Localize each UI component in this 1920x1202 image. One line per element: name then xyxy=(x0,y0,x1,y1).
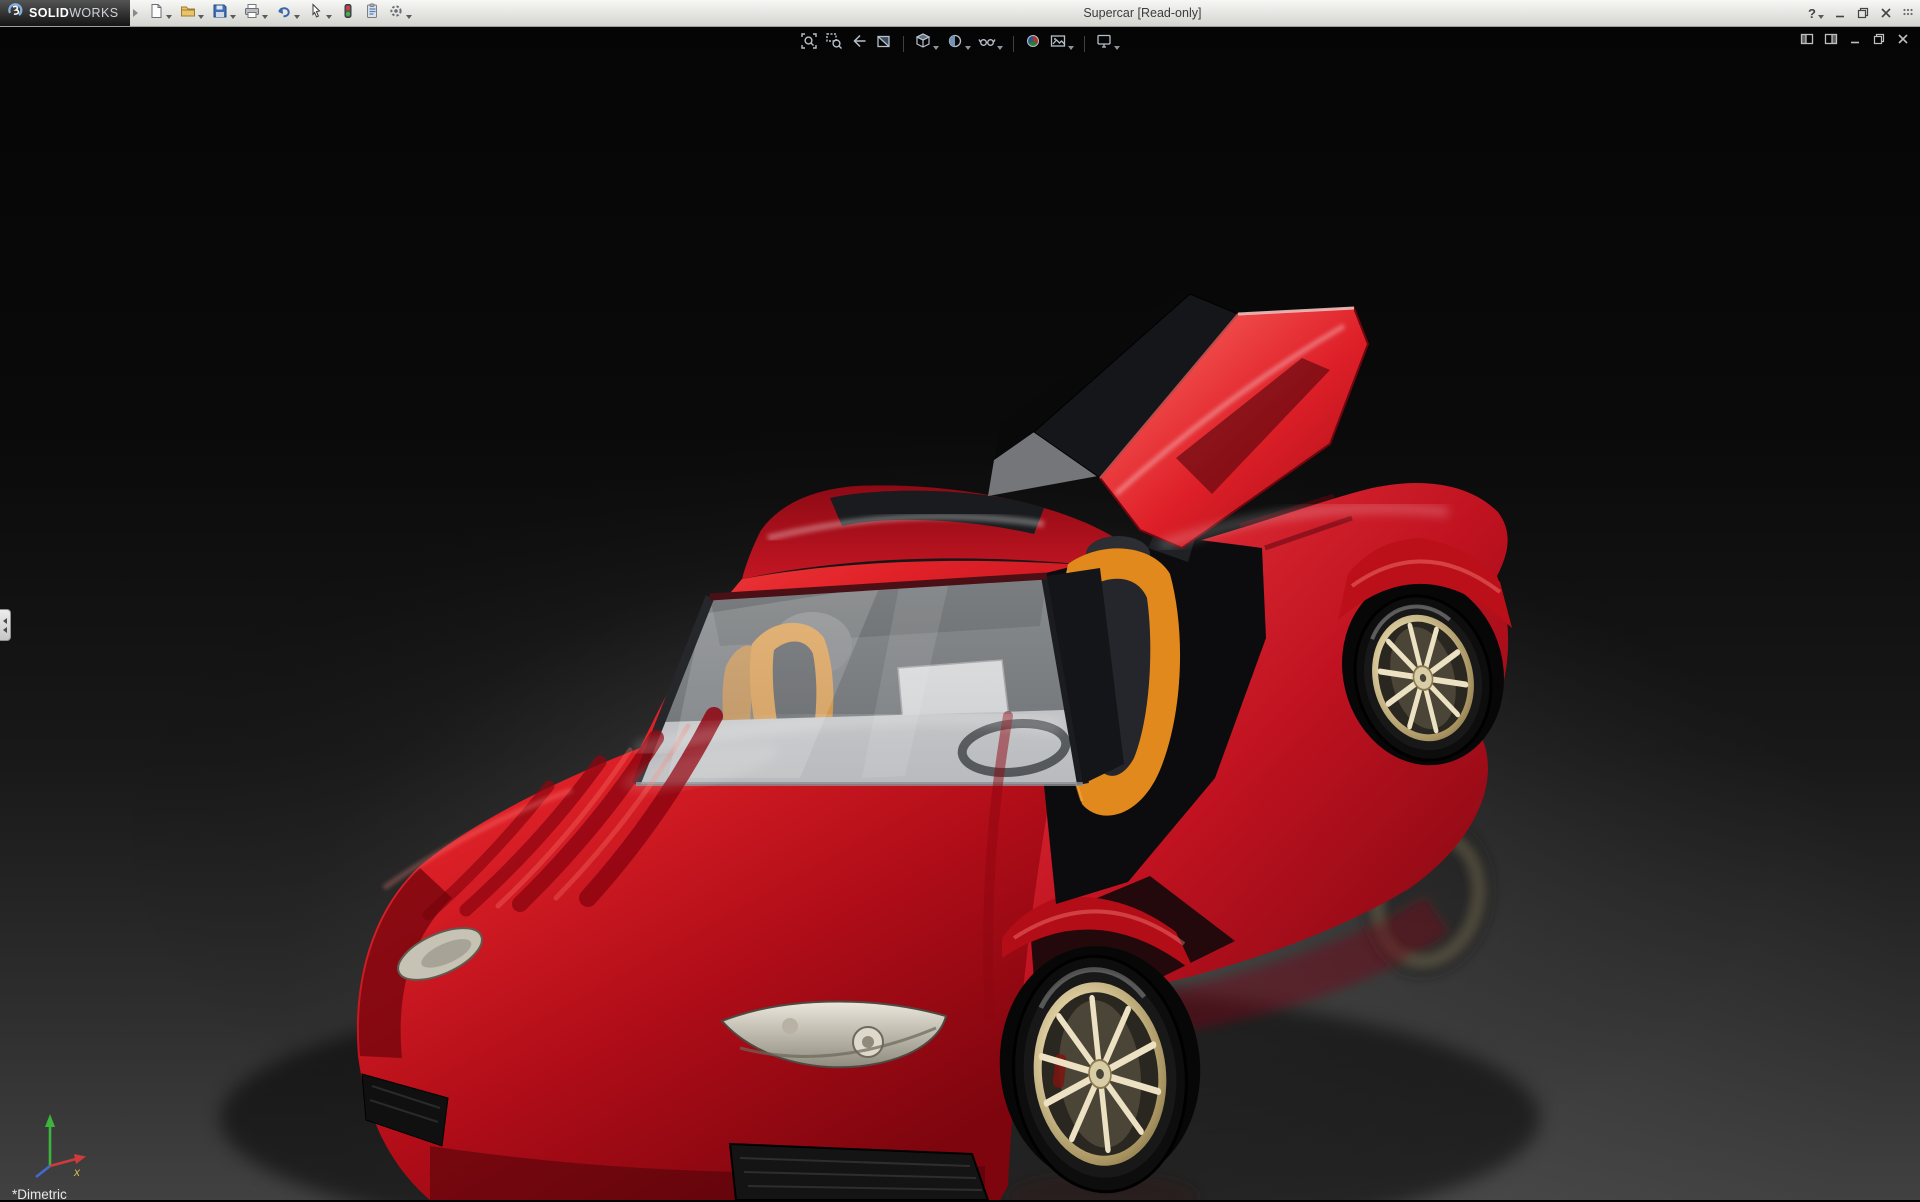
select-cursor-icon xyxy=(308,3,324,24)
file-properties-button[interactable] xyxy=(360,1,384,26)
new-document-icon xyxy=(148,3,164,24)
view-settings-button[interactable] xyxy=(1093,31,1122,56)
logo-text-bold: SOLID xyxy=(29,6,69,20)
chevron-left-icon xyxy=(3,618,7,624)
hide-show-items-glasses-icon xyxy=(978,32,996,55)
rebuild-button[interactable] xyxy=(336,1,360,26)
section-view-icon xyxy=(875,32,893,55)
logo-text-light: WORKS xyxy=(69,6,118,20)
close-button[interactable] xyxy=(1879,6,1893,20)
display-style-icon xyxy=(946,32,964,55)
new-document-button[interactable] xyxy=(144,1,176,26)
open-folder-button[interactable] xyxy=(176,1,208,26)
view-orientation-button[interactable] xyxy=(912,31,941,56)
print-button[interactable] xyxy=(240,1,272,26)
chevron-down-icon xyxy=(933,46,939,50)
heads-up-view-toolbar xyxy=(798,31,1122,56)
previous-view-icon xyxy=(850,32,868,55)
model-viewport-canvas[interactable] xyxy=(0,26,1920,1200)
chevron-down-icon xyxy=(294,15,300,19)
toolbar-expand-arrow[interactable] xyxy=(133,9,138,17)
front-grille xyxy=(730,1144,988,1200)
close-document-button[interactable] xyxy=(1896,32,1910,51)
triad-x-axis-arrow xyxy=(74,1154,86,1164)
triad-y-axis-arrow xyxy=(45,1114,55,1127)
chevron-down-icon xyxy=(326,15,332,19)
minimize-document-button[interactable] xyxy=(1848,32,1862,51)
view-settings-icon xyxy=(1095,32,1113,55)
options-button[interactable] xyxy=(384,1,416,26)
toolbar-separator xyxy=(1013,36,1014,52)
chevron-down-icon xyxy=(166,15,172,19)
chevron-down-icon xyxy=(230,15,236,19)
edit-appearance-button[interactable] xyxy=(1022,31,1044,56)
solidworks-logo: SOLIDWORKS xyxy=(0,0,130,26)
app-titlebar: SOLIDWORKS xyxy=(0,0,1920,27)
chevron-down-icon xyxy=(965,46,971,50)
edit-appearance-ball-icon xyxy=(1024,32,1042,55)
previous-view-button[interactable] xyxy=(848,31,870,56)
chevron-down-icon xyxy=(997,46,1003,50)
display-style-button[interactable] xyxy=(944,31,973,56)
feature-pane-collapse-tab[interactable] xyxy=(0,609,11,641)
apply-scene-button[interactable] xyxy=(1047,31,1076,56)
save-button[interactable] xyxy=(208,1,240,26)
split-left-button[interactable] xyxy=(1800,32,1814,51)
print-icon xyxy=(244,3,260,24)
restore-button[interactable] xyxy=(1856,6,1870,20)
chevron-down-icon xyxy=(1068,46,1074,50)
view-orientation-cube-icon xyxy=(914,32,932,55)
restore-document-button[interactable] xyxy=(1872,32,1886,51)
undo-icon xyxy=(276,3,292,24)
chevron-down-icon xyxy=(1818,15,1824,19)
document-title: Supercar [Read-only] xyxy=(1083,6,1201,20)
chevron-left-icon xyxy=(3,627,7,633)
chevron-down-icon xyxy=(198,15,204,19)
zoom-to-area-button[interactable] xyxy=(823,31,845,56)
help-button[interactable]: ? xyxy=(1808,6,1824,21)
file-properties-icon xyxy=(364,3,380,24)
customize-grid-icon[interactable] xyxy=(1902,6,1914,20)
zoom-to-fit-icon xyxy=(800,32,818,55)
hide-show-items-button[interactable] xyxy=(976,31,1005,56)
triad-z-axis xyxy=(36,1166,50,1177)
chevron-down-icon xyxy=(1114,46,1120,50)
undo-button[interactable] xyxy=(272,1,304,26)
window-controls: ? xyxy=(1808,0,1914,26)
triad-x-label: x xyxy=(73,1165,81,1179)
rebuild-traffic-light-icon xyxy=(340,3,356,24)
options-gear-icon xyxy=(388,3,404,24)
help-label: ? xyxy=(1808,6,1816,21)
graphics-viewport[interactable]: x *Dimetric xyxy=(0,26,1920,1200)
document-window-controls xyxy=(1800,32,1910,51)
chevron-down-icon xyxy=(406,15,412,19)
orientation-triad: x xyxy=(14,1108,92,1180)
select-button[interactable] xyxy=(304,1,336,26)
zoom-to-area-icon xyxy=(825,32,843,55)
dassault-logo-icon xyxy=(7,2,24,24)
toolbar-separator xyxy=(903,36,904,52)
split-right-button[interactable] xyxy=(1824,32,1838,51)
section-view-button[interactable] xyxy=(873,31,895,56)
open-folder-icon xyxy=(180,3,196,24)
minimize-button[interactable] xyxy=(1833,6,1847,20)
zoom-to-fit-button[interactable] xyxy=(798,31,820,56)
save-icon xyxy=(212,3,228,24)
chevron-down-icon xyxy=(262,15,268,19)
apply-scene-icon xyxy=(1049,32,1067,55)
toolbar-separator xyxy=(1084,36,1085,52)
